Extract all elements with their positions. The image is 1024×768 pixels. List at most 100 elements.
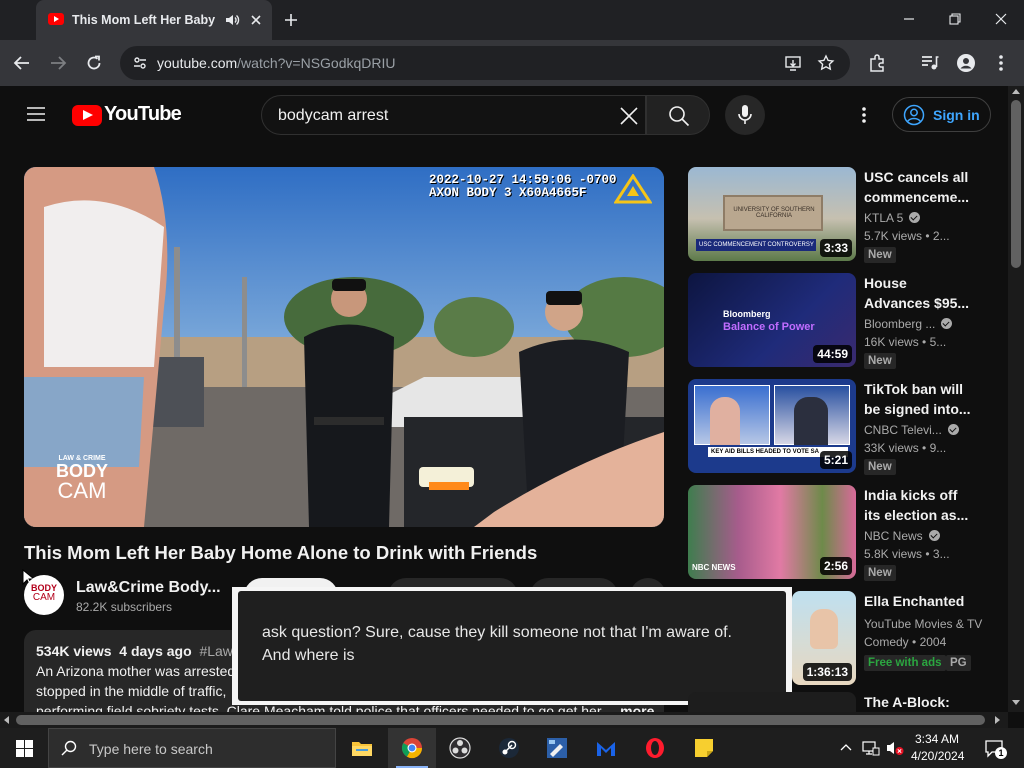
recommended-video[interactable]: NBC NEWS 2:56 India kicks off its electio… (688, 485, 993, 583)
taskbar-clock-date[interactable]: 4/20/2024 (911, 749, 964, 763)
video-stats: 33K views • 9... (864, 441, 947, 455)
title-line: be signed into... (864, 401, 971, 417)
channel-name-text: KTLA 5 (864, 211, 904, 225)
video-thumbnail[interactable]: 1:36:13 (792, 591, 856, 685)
channel-name: CNBC Televi... (864, 423, 959, 437)
taskbar-chrome[interactable] (388, 728, 436, 768)
voice-search-button[interactable] (725, 95, 765, 135)
youtube-logo-icon[interactable] (72, 105, 102, 126)
taskbar-malwarebytes[interactable] (582, 728, 630, 768)
restore-icon[interactable] (948, 12, 962, 26)
show-hidden-icons-chevron-icon[interactable] (840, 743, 852, 751)
free-with-ads-badge: Free with ads (864, 655, 946, 671)
close-window-icon[interactable] (994, 12, 1008, 26)
new-badge: New (864, 353, 896, 369)
recommended-video[interactable]: UNIVERSITY OF SOUTHERN CALIFORNIA USC CO… (688, 167, 993, 265)
verified-icon (941, 318, 953, 329)
recommended-video[interactable]: Bloomberg Balance of Power 44:59 House Ad… (688, 273, 993, 371)
title-line: USC cancels all (864, 169, 969, 185)
forward-arrow-icon[interactable] (49, 55, 67, 71)
notification-center-icon[interactable]: 1 (984, 738, 1007, 759)
sign-in-button[interactable]: Sign in (892, 97, 991, 132)
recommended-video[interactable]: 1:36:13 Ella Enchanted YouTube Movies & … (688, 591, 993, 689)
scroll-up-arrow-icon[interactable] (1012, 89, 1020, 94)
taskbar-editor[interactable] (533, 728, 581, 768)
volume-muted-icon[interactable] (886, 740, 904, 756)
back-arrow-icon[interactable] (13, 55, 31, 71)
video-duration: 2:56 (819, 557, 852, 575)
caption-line2: And where is (262, 647, 355, 664)
account-circle-icon (903, 104, 925, 126)
scroll-left-arrow-icon[interactable] (4, 716, 9, 724)
opera-icon (645, 737, 665, 759)
taskbar-search-box[interactable]: Type here to search (48, 728, 336, 768)
scroll-right-arrow-icon[interactable] (995, 716, 1000, 724)
recommended-video[interactable]: KEY AID BILLS HEADED TO VOTE SA 5:21 Tik… (688, 379, 993, 477)
channel-name[interactable]: Law&Crime Body... (76, 579, 221, 597)
channel-name: Bloomberg ... (864, 317, 953, 331)
speaker-icon[interactable] (224, 12, 240, 28)
channel-name: KTLA 5 (864, 211, 921, 225)
description-line: An Arizona mother was arrested (36, 663, 236, 679)
browser-menu-icon[interactable] (993, 54, 1009, 72)
site-info-icon[interactable] (132, 55, 148, 71)
profile-icon[interactable] (956, 53, 976, 73)
settings-menu-icon[interactable] (857, 106, 871, 124)
search-input[interactable]: bodycam arrest (261, 95, 646, 135)
new-tab-icon[interactable] (283, 12, 299, 28)
network-icon[interactable] (862, 740, 880, 756)
taskbar-clock-time[interactable]: 3:34 AM (915, 732, 959, 746)
search-button[interactable] (646, 95, 710, 135)
extensions-icon[interactable] (867, 53, 887, 73)
new-badge: New (864, 565, 896, 581)
title-line: its election as... (864, 507, 969, 523)
video-thumbnail[interactable]: UNIVERSITY OF SOUTHERN CALIFORNIA USC CO… (688, 167, 856, 261)
watermark-cam: CAM (57, 478, 107, 503)
horizontal-scroll-thumb[interactable] (16, 715, 985, 725)
hamburger-menu-icon[interactable] (26, 106, 46, 122)
title-line: TikTok ban will (864, 381, 964, 397)
axon-logo-icon (614, 174, 652, 204)
taskbar-obs[interactable] (436, 728, 484, 768)
scroll-down-arrow-icon[interactable] (1012, 700, 1020, 705)
recommended-video[interactable]: The A-Block: (688, 692, 993, 712)
windows-start-icon[interactable] (16, 740, 33, 757)
taskbar-file-explorer[interactable] (338, 728, 386, 768)
video-stats: 16K views • 5... (864, 335, 947, 349)
sticky-notes-icon (694, 738, 714, 758)
chrome-icon (401, 737, 423, 759)
video-thumbnail[interactable]: KEY AID BILLS HEADED TO VOTE SA 5:21 (688, 379, 856, 473)
media-controls-icon[interactable] (920, 54, 940, 72)
bookmark-star-icon[interactable] (817, 54, 835, 72)
youtube-logo-text[interactable]: YouTube (104, 103, 182, 126)
taskbar-sticky-notes[interactable] (680, 728, 728, 768)
horizontal-scrollbar[interactable] (0, 712, 1008, 728)
tab-close-icon[interactable] (248, 12, 264, 28)
video-thumbnail[interactable]: NBC NEWS 2:56 (688, 485, 856, 579)
address-bar[interactable]: youtube.com/watch?v=NSGodkqDRIU (120, 46, 850, 80)
view-count: 534K views (36, 643, 112, 659)
url-text[interactable]: youtube.com/watch?v=NSGodkqDRIU (157, 55, 396, 71)
title-line: House (864, 275, 907, 291)
video-title: USC cancels all commenceme... (864, 167, 988, 207)
vertical-scroll-thumb[interactable] (1011, 100, 1021, 268)
video-duration: 1:36:13 (802, 663, 852, 681)
rating-badge: PG (946, 655, 971, 671)
new-badge: New (864, 459, 896, 475)
minimize-icon[interactable] (902, 12, 916, 26)
video-thumbnail[interactable] (688, 692, 856, 712)
taskbar-steam[interactable] (485, 728, 533, 768)
reload-icon[interactable] (85, 54, 103, 72)
description-meta: 534K views 4 days ago #Lawa (36, 643, 241, 659)
clear-search-icon[interactable] (619, 106, 639, 126)
browser-tab-active[interactable]: This Mom Left Her Baby H (36, 0, 272, 40)
install-app-icon[interactable] (784, 54, 802, 72)
video-title: India kicks off its election as... (864, 485, 988, 525)
browser-toolbar: youtube.com/watch?v=NSGodkqDRIU (0, 40, 1024, 86)
bodycam-device: AXON BODY 3 X60A4665F (429, 186, 587, 200)
channel-avatar[interactable]: BODY CAM (24, 575, 64, 615)
video-thumbnail[interactable]: Bloomberg Balance of Power 44:59 (688, 273, 856, 367)
vertical-scrollbar[interactable] (1008, 86, 1024, 712)
taskbar-opera[interactable] (631, 728, 679, 768)
video-player[interactable]: 2022-10-27 14:59:06 -0700 AXON BODY 3 X6… (24, 167, 664, 527)
